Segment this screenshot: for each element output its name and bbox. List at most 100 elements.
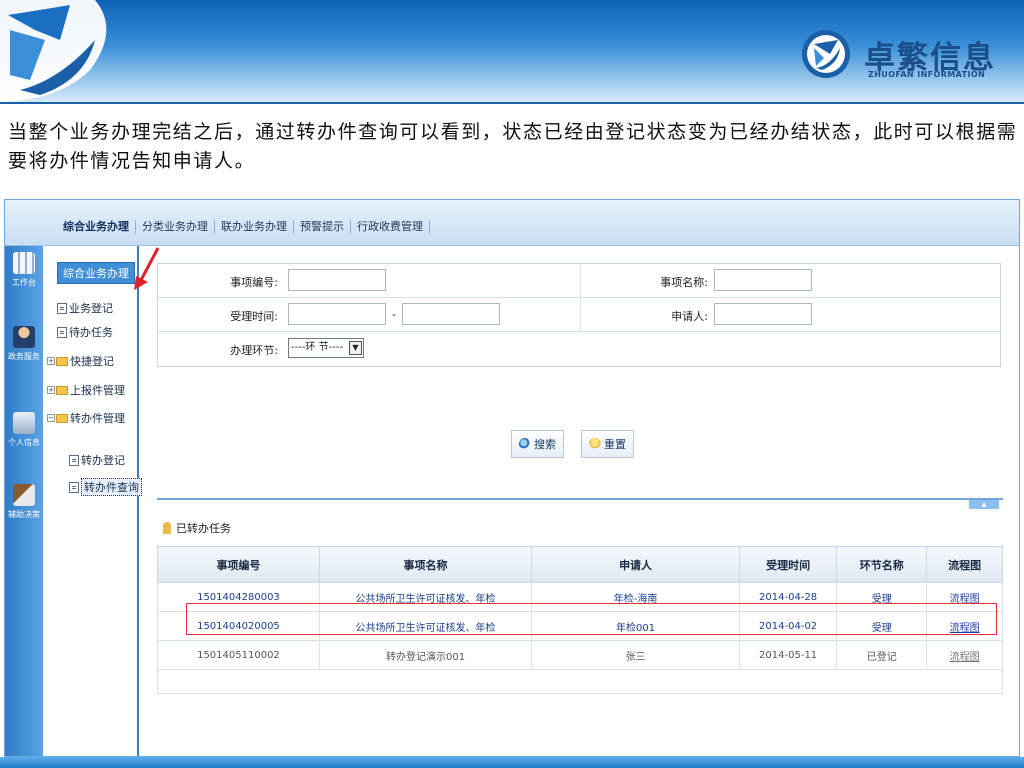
workbench-icon [13,252,35,274]
leftbar-workbench[interactable]: 工作台 [5,252,43,288]
brand-logo: 卓繁信息 ZHUOFAN INFORMATION [800,22,1015,82]
tree-item-label: 快捷登记 [70,355,114,368]
cell-item-name: 公共场所卫生许可证核发、年检 [318,582,533,612]
tree-item-transfer-register[interactable]: 转办登记 [69,452,125,468]
form-row-1: 事项编号: 事项名称: [158,264,1000,298]
empty-cell [157,669,1003,694]
reset-button-label: 重置 [604,438,626,451]
results-title: 已转办任务 [163,520,231,536]
leftbar-government-service[interactable]: 政务服务 [5,326,43,362]
tab-category-business[interactable]: 分类业务办理 [136,220,215,234]
chevron-down-icon[interactable]: ▼ [349,341,362,355]
collapse-icon[interactable]: ▲ [969,500,999,509]
accept-time-end-input[interactable] [402,303,500,325]
reset-button[interactable]: 重置 [581,430,634,458]
leftbar-government-service-label: 政务服务 [8,352,40,361]
document-icon [57,326,67,338]
tree-item-business-register[interactable]: 业务登记 [57,300,113,316]
tree-item-transfer-query[interactable]: 转办件查询 [69,478,142,496]
tree-item-reported-management[interactable]: + 上报件管理 [47,382,125,398]
tree-item-quick-register[interactable]: + 快捷登记 [47,353,114,369]
cell-stage: 已登记 [836,640,928,670]
person-icon [163,522,171,534]
banner-divider [0,102,1024,104]
tree-item-label: 业务登记 [69,302,113,315]
flowchart-link[interactable]: 流程图 [926,611,1003,641]
column-header: 申请人 [531,546,740,583]
cell-item-no: 1501404280003 [157,582,320,612]
results-panel: ▲ 已转办任务 事项编号 事项名称 申请人 受理时间 环节名称 流程图 1501… [157,498,1003,710]
tab-comprehensive-business[interactable]: 综合业务办理 [57,220,136,234]
tree-item-pending-tasks[interactable]: 待办任务 [57,324,113,340]
item-name-input[interactable] [714,269,812,291]
item-no-input[interactable] [288,269,386,291]
folder-icon [56,356,68,366]
table-empty-row [157,669,1003,694]
folder-icon [56,385,68,395]
results-title-label: 已转办任务 [176,522,231,535]
table-row[interactable]: 1501405110002 转办登记演示001 张三 2014-05-11 已登… [157,640,1003,670]
stage-label: 办理环节: [230,344,278,357]
tab-fee-management[interactable]: 行政收费管理 [351,220,430,234]
accept-time-label: 受理时间: [230,310,278,323]
flowchart-link[interactable]: 流程图 [926,640,1003,670]
tree-item-label: 上报件管理 [70,384,125,397]
cell-applicant: 年检001 [531,611,740,641]
personal-info-icon [13,412,35,434]
slide: { "brand": { "name": "卓繁信息", "name_en": … [0,0,1024,768]
stage-select-value: ----环 节---- [291,342,344,353]
leftbar-workbench-label: 工作台 [12,278,36,287]
table-row[interactable]: 1501404280003 公共场所卫生许可证核发、年检 年检-海南 2014-… [157,582,1003,612]
column-header: 环节名称 [836,546,928,583]
cell-stage: 受理 [836,582,928,612]
tree-item-label-selected: 转办件查询 [81,478,142,496]
leftbar-decision-support[interactable]: 辅助决策 [5,484,43,520]
description-text: 当整个业务办理完结之后，通过转办件查询可以看到，状态已经由登记状态变为已经办结状… [8,121,1018,172]
applicant-input[interactable] [714,303,812,325]
brand-mark-icon [802,30,850,78]
accept-time-start-input[interactable] [288,303,386,325]
header-banner: 卓繁信息 ZHUOFAN INFORMATION [0,0,1024,102]
column-header: 事项名称 [318,546,533,583]
cell-stage: 受理 [836,611,928,641]
form-row-3: 办理环节: ----环 节---- ▼ [158,332,1000,366]
tree-item-label: 待办任务 [69,326,113,339]
column-header: 流程图 [926,546,1003,583]
form-divider [580,264,581,297]
top-tabs: 综合业务办理 分类业务办理 联办业务办理 预警提示 行政收费管理 [57,220,430,240]
item-no-label: 事项编号: [230,276,278,289]
tab-warning[interactable]: 预警提示 [294,220,351,234]
expand-icon[interactable]: + [47,386,55,394]
banner-logo-icon [0,0,107,102]
leftbar-personal-info-label: 个人信息 [8,438,40,447]
results-table: 事项编号 事项名称 申请人 受理时间 环节名称 流程图 150140428000… [157,546,1003,694]
tab-joint-business[interactable]: 联办业务办理 [215,220,294,234]
collapse-icon[interactable]: − [47,414,55,422]
leftbar-personal-info[interactable]: 个人信息 [5,412,43,448]
reset-icon [589,438,601,450]
table-row[interactable]: 1501404020005 公共场所卫生许可证核发、年检 年检001 2014-… [157,611,1003,641]
cell-accept-time: 2014-04-28 [738,582,838,612]
document-icon [57,302,67,314]
search-button[interactable]: 搜索 [511,430,564,458]
column-header: 受理时间 [738,546,838,583]
brand-name-en: ZHUOFAN INFORMATION [868,70,986,79]
stage-select[interactable]: ----环 节---- ▼ [288,338,364,358]
app-top-navigation: 综合业务办理 分类业务办理 联办业务办理 预警提示 行政收费管理 [5,200,1019,246]
tree-item-transfer-management[interactable]: − 转办件管理 [47,410,125,426]
cell-accept-time: 2014-05-11 [738,640,838,670]
cell-item-name: 公共场所卫生许可证核发、年检 [318,611,533,641]
tree-header[interactable]: 综合业务办理 [57,262,135,284]
leftbar-decision-support-label: 辅助决策 [8,510,40,519]
government-service-icon [13,326,35,348]
tree-item-label: 转办件管理 [70,412,125,425]
tree-item-label: 转办登记 [81,454,125,467]
expand-icon[interactable]: + [47,357,55,365]
cell-applicant: 年检-海南 [531,582,740,612]
flowchart-link[interactable]: 流程图 [926,582,1003,612]
document-icon [69,454,79,466]
cell-item-no: 1501404020005 [157,611,320,641]
form-divider [580,298,581,331]
date-separator: - [392,308,396,321]
decision-support-icon [13,484,35,506]
